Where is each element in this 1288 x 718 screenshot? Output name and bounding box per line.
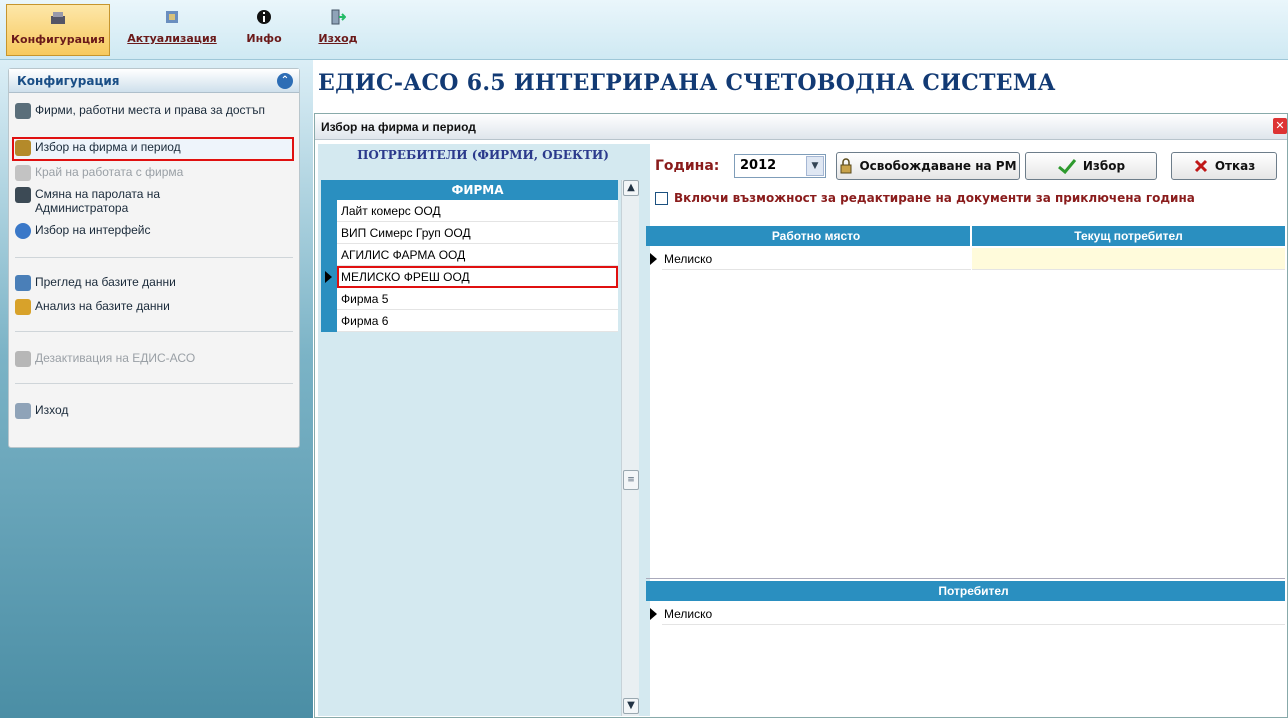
edit-closed-year-checkbox-row[interactable]: Включи възможност за редактиране на доку…: [655, 191, 1195, 205]
current-row-marker-icon: [650, 253, 657, 265]
sidebar-item-label: Изход: [35, 403, 69, 417]
select-firm-dialog: Избор на фирма и период ✕ ПОТРЕБИТЕЛИ (Ф…: [314, 113, 1288, 718]
info-icon: [255, 8, 273, 26]
sidebar-item-label: Преглед на базите данни: [35, 275, 176, 289]
firms-column-header[interactable]: ФИРМА: [337, 180, 618, 200]
firm-row[interactable]: Фирма 6: [337, 310, 618, 332]
sidebar-item-label: Фирми, работни места и права за достъп: [35, 103, 266, 117]
sidebar-item-firms-workstations[interactable]: Фирми, работни места и права за достъп: [15, 103, 285, 119]
firms-scrollbar[interactable]: ▲ ≡ ▼: [621, 180, 639, 716]
toolbar-update-button[interactable]: Актуализация: [124, 4, 220, 56]
current-row-marker-icon: [650, 608, 657, 620]
sidebar-item-exit[interactable]: Изход: [15, 403, 285, 419]
database-icon: [15, 275, 31, 291]
sidebar-item-change-admin-password[interactable]: Смяна на паролата на Администратора: [15, 187, 235, 215]
toolbar-update-label: Актуализация: [127, 32, 217, 45]
sidebar-item-analyze-databases[interactable]: Анализ на базите данни: [15, 299, 285, 315]
exit-icon: [15, 403, 31, 419]
user-column-header[interactable]: Потребител: [662, 581, 1285, 601]
checkbox-label: Включи възможност за редактиране на доку…: [674, 191, 1195, 205]
sidebar-item-deactivate: Дезактивация на ЕДИС-АСО: [15, 351, 285, 367]
release-workstation-button[interactable]: Освобождаване на РМ: [836, 152, 1020, 180]
exit-icon: [329, 8, 347, 26]
current-user-cell[interactable]: [972, 248, 1285, 270]
dialog-title: Избор на фирма и период: [315, 114, 1287, 140]
toolbar-exit-button[interactable]: Изход: [316, 4, 360, 56]
sidebar-item-select-interface[interactable]: Избор на интерфейс: [15, 223, 285, 239]
workstation-column-header[interactable]: Работно място: [662, 226, 971, 246]
lock-disabled-icon: [15, 165, 31, 181]
analyze-icon: [15, 299, 31, 315]
globe-icon: [15, 223, 31, 239]
chevron-down-icon[interactable]: ▼: [806, 156, 824, 176]
sidebar-item-end-firm-work: Край на работата с фирма: [15, 165, 285, 181]
toolbar-exit-label: Изход: [318, 32, 358, 45]
scroll-down-icon[interactable]: ▼: [623, 698, 639, 714]
firm-row-selected[interactable]: МЕЛИСКО ФРЕШ ООД: [337, 266, 618, 288]
year-value: 2012: [740, 158, 777, 173]
lock-icon: [839, 158, 853, 174]
users-key-icon: [15, 103, 31, 119]
sidebar-item-label: Анализ на базите данни: [35, 299, 170, 313]
row-selector-header: [646, 226, 662, 246]
update-icon: [163, 8, 181, 26]
scroll-thumb[interactable]: ≡: [623, 470, 639, 490]
sidebar-item-label: Смяна на паролата на Администратора: [35, 187, 161, 215]
main-toolbar: Конфигурация Актуализация Инфо Изход: [0, 0, 1288, 60]
sidebar-item-label: Избор на фирма и период: [35, 140, 181, 154]
toolbar-info-label: Инфо: [246, 32, 282, 45]
select-button-label: Избор: [1082, 159, 1126, 173]
row-selector-header: [646, 581, 662, 601]
users-grid: Потребител Мелиско: [646, 581, 1285, 716]
select-button[interactable]: Избор: [1025, 152, 1157, 180]
sidebar-item-view-databases[interactable]: Преглед на базите данни: [15, 275, 285, 291]
cross-icon: [1193, 158, 1209, 174]
row-selector-header: [321, 180, 337, 200]
firms-heading: ПОТРЕБИТЕЛИ (ФИРМИ, ОБЕКТИ): [357, 148, 609, 162]
toolbar-configuration-button[interactable]: Конфигурация: [6, 4, 110, 56]
release-button-label: Освобождаване на РМ: [859, 159, 1017, 173]
year-select[interactable]: 2012 ▼: [734, 154, 826, 178]
sidebar-item-label: Край на работата с фирма: [35, 165, 184, 179]
left-pane: Конфигурация ⌃ Фирми, работни места и пр…: [0, 60, 313, 718]
firm-row[interactable]: Фирма 5: [337, 288, 618, 310]
taskbox-title: Конфигурация: [17, 74, 120, 88]
sidebar-item-label: Избор на интерфейс: [35, 223, 151, 237]
toolbar-configuration-label: Конфигурация: [11, 33, 105, 46]
edit-closed-year-checkbox[interactable]: [655, 191, 668, 205]
taskbox-header[interactable]: Конфигурация ⌃: [9, 69, 299, 93]
app-title: ЕДИС-АСО 6.5 ИНТЕГРИРАНА СЧЕТОВОДНА СИСТ…: [318, 70, 1056, 96]
separator: [15, 383, 293, 384]
lock-icon: [15, 140, 31, 156]
grid-divider: [646, 578, 1285, 579]
configuration-taskbox: Конфигурация ⌃ Фирми, работни места и пр…: [8, 68, 300, 448]
firm-row[interactable]: АГИЛИС ФАРМА ООД: [337, 244, 618, 266]
firm-row[interactable]: ВИП Симерс Груп ООД: [337, 222, 618, 244]
collapse-icon[interactable]: ⌃: [277, 73, 293, 89]
scroll-up-icon[interactable]: ▲: [623, 180, 639, 196]
cancel-button-label: Отказ: [1214, 159, 1256, 173]
close-icon[interactable]: ✕: [1273, 118, 1287, 134]
separator: [15, 331, 293, 332]
toolbar-info-button[interactable]: Инфо: [244, 4, 284, 56]
current-user-column-header[interactable]: Текущ потребител: [972, 226, 1285, 246]
firm-row[interactable]: Лайт комерс ООД: [337, 200, 618, 222]
year-label: Година:: [655, 158, 720, 174]
configuration-icon: [49, 9, 67, 27]
deactivate-icon: [15, 351, 31, 367]
firms-grid: ФИРМА Лайт комерс ООД ВИП Симерс Груп ОО…: [321, 180, 618, 716]
sidebar-item-label: Дезактивация на ЕДИС-АСО: [35, 351, 196, 365]
separator: [15, 257, 293, 258]
firms-pane: ПОТРЕБИТЕЛИ (ФИРМИ, ОБЕКТИ) ФИРМА Лайт к…: [318, 144, 650, 716]
workstations-grid: Работно място Текущ потребител Мелиско: [646, 226, 1285, 576]
checkmark-icon: [1057, 158, 1077, 174]
row-selector-column: [321, 200, 337, 332]
password-icon: [15, 187, 31, 203]
cancel-button[interactable]: Отказ: [1171, 152, 1277, 180]
sidebar-item-select-firm-period[interactable]: Избор на фирма и период: [12, 137, 294, 161]
current-row-marker-icon: [325, 271, 332, 283]
user-cell[interactable]: Мелиско: [662, 603, 1285, 625]
workstation-cell[interactable]: Мелиско: [662, 248, 971, 270]
